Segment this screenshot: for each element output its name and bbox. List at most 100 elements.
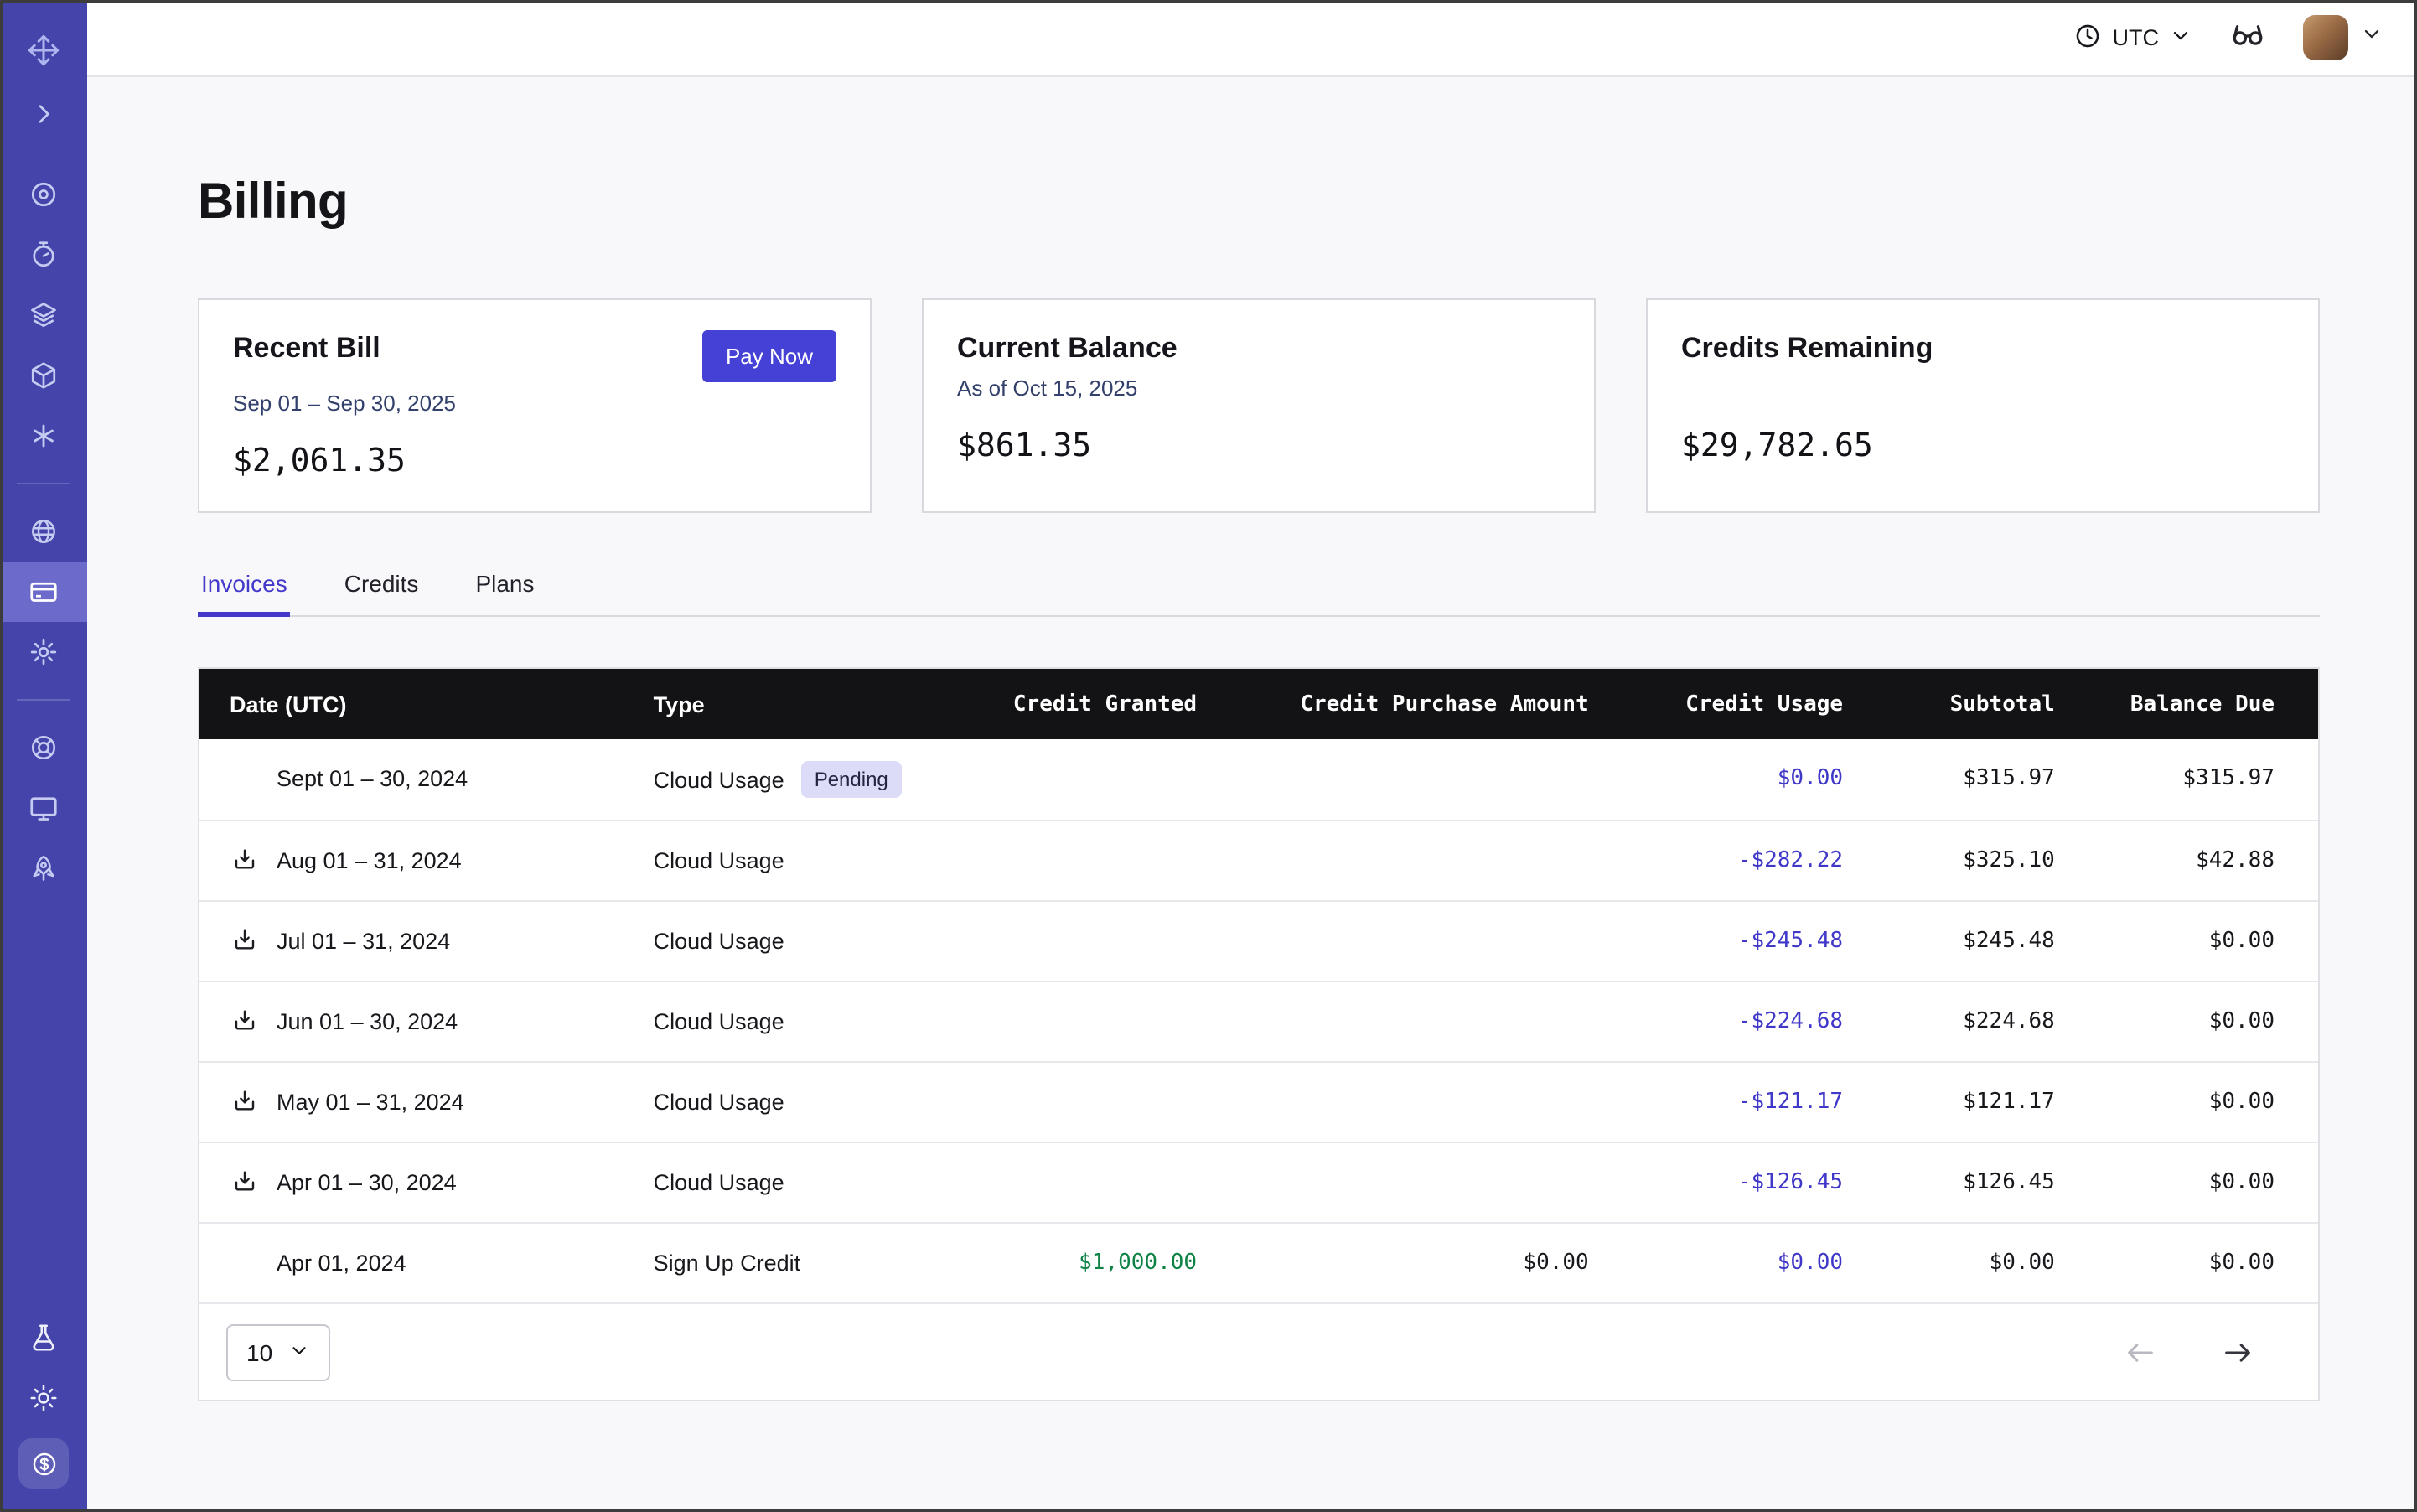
page-title: Billing bbox=[198, 174, 2320, 231]
glasses-button[interactable] bbox=[2229, 15, 2266, 60]
billing-tabs: Invoices Credits Plans bbox=[198, 557, 2320, 617]
balance-due: $0.00 bbox=[2085, 1222, 2318, 1302]
sidebar-divider bbox=[17, 699, 70, 701]
credit-granted bbox=[962, 739, 1227, 820]
invoice-row: Apr 01 – 30, 2024 Cloud Usage -$126.45 $… bbox=[199, 1142, 2318, 1222]
timezone-select[interactable]: UTC bbox=[2074, 21, 2193, 54]
arrow-left-icon bbox=[2124, 1335, 2157, 1369]
card-amount: $861.35 bbox=[957, 427, 1560, 464]
card-amount: $29,782.65 bbox=[1681, 427, 2285, 464]
previous-page-button[interactable] bbox=[2124, 1335, 2157, 1369]
sidebar-item-stacks[interactable] bbox=[0, 285, 87, 345]
card-subtitle bbox=[1681, 375, 2285, 402]
status-badge: Pending bbox=[801, 761, 902, 798]
card-title: Credits Remaining bbox=[1681, 330, 1933, 367]
credit-granted bbox=[962, 981, 1227, 1061]
credit-purchase-amount bbox=[1227, 1061, 1619, 1142]
sidebar-item-billing[interactable] bbox=[0, 562, 87, 622]
sidebar-item-deployments[interactable] bbox=[0, 345, 87, 406]
tab-credits[interactable]: Credits bbox=[341, 557, 422, 615]
sidebar-item-labs[interactable] bbox=[0, 1307, 87, 1368]
subtotal: $224.68 bbox=[1873, 981, 2085, 1061]
sidebar-item-theme[interactable] bbox=[0, 1368, 87, 1428]
download-invoice-button[interactable] bbox=[230, 925, 260, 955]
credit-purchase-amount bbox=[1227, 900, 1619, 981]
credit-usage: -$245.48 bbox=[1619, 900, 1873, 981]
sidebar-item-getting-started[interactable] bbox=[0, 838, 87, 898]
user-menu[interactable] bbox=[2303, 15, 2383, 60]
billing-page: Billing Recent Bill Pay Now Sep 01 – Sep… bbox=[87, 77, 2417, 1512]
card-subtitle: As of Oct 15, 2025 bbox=[957, 375, 1560, 402]
invoice-type: Cloud Usage bbox=[654, 768, 784, 793]
invoice-row: Jul 01 – 31, 2024 Cloud Usage -$245.48 $… bbox=[199, 900, 2318, 981]
cube-icon bbox=[28, 360, 59, 391]
subtotal: $315.97 bbox=[1873, 739, 2085, 820]
main-area: UTC Billi bbox=[87, 0, 2417, 1512]
credit-purchase-amount bbox=[1227, 1142, 1619, 1222]
layers-icon bbox=[28, 300, 59, 330]
sidebar bbox=[0, 0, 87, 1512]
sidebar-item-support[interactable] bbox=[0, 717, 87, 778]
download-invoice-button[interactable] bbox=[230, 1086, 260, 1116]
col-credit-purchase-amount: Credit Purchase Amount bbox=[1227, 669, 1619, 739]
col-credit-usage: Credit Usage bbox=[1619, 669, 1873, 739]
tab-plans[interactable]: Plans bbox=[472, 557, 537, 615]
subtotal: $325.10 bbox=[1873, 820, 2085, 900]
current-balance-card: Current Balance As of Oct 15, 2025 $861.… bbox=[922, 298, 1596, 513]
sidebar-item-namespaces[interactable] bbox=[0, 164, 87, 225]
download-icon bbox=[231, 927, 258, 954]
download-invoice-button[interactable] bbox=[230, 1006, 260, 1036]
logo-icon bbox=[27, 34, 60, 67]
subtotal: $126.45 bbox=[1873, 1142, 2085, 1222]
chevron-down-icon bbox=[2360, 22, 2383, 54]
tab-invoices[interactable]: Invoices bbox=[198, 557, 291, 615]
sidebar-item-currency[interactable] bbox=[0, 1428, 87, 1499]
page-size-value: 10 bbox=[246, 1339, 272, 1365]
credit-purchase-amount bbox=[1227, 981, 1619, 1061]
credit-granted bbox=[962, 1061, 1227, 1142]
download-invoice-button[interactable] bbox=[230, 845, 260, 875]
subtotal: $245.48 bbox=[1873, 900, 2085, 981]
credit-purchase-amount bbox=[1227, 820, 1619, 900]
topbar: UTC bbox=[87, 0, 2417, 77]
invoice-date: Apr 01 – 30, 2024 bbox=[277, 1169, 457, 1194]
download-invoice-button[interactable] bbox=[230, 1167, 260, 1197]
flask-icon bbox=[28, 1323, 59, 1353]
table-header-row: Date (UTC) Type Credit Granted Credit Pu… bbox=[199, 669, 2318, 739]
timezone-label: UTC bbox=[2113, 25, 2160, 50]
invoice-row: Jun 01 – 30, 2024 Cloud Usage -$224.68 $… bbox=[199, 981, 2318, 1061]
monitor-icon bbox=[28, 793, 59, 823]
credit-purchase-amount: $0.00 bbox=[1227, 1222, 1619, 1302]
subtotal: $0.00 bbox=[1873, 1222, 2085, 1302]
page-size-select[interactable]: 10 bbox=[226, 1323, 329, 1380]
timer-icon bbox=[28, 240, 59, 270]
sidebar-item-docs[interactable] bbox=[0, 778, 87, 838]
sidebar-item-settings[interactable] bbox=[0, 622, 87, 682]
balance-due: $0.00 bbox=[2085, 981, 2318, 1061]
invoice-date: Sept 01 – 30, 2024 bbox=[277, 767, 468, 792]
credit-usage: -$121.17 bbox=[1619, 1061, 1873, 1142]
balance-due: $0.00 bbox=[2085, 1142, 2318, 1222]
invoice-date: Jun 01 – 30, 2024 bbox=[277, 1008, 458, 1033]
credit-usage: -$224.68 bbox=[1619, 981, 1873, 1061]
sidebar-item-schedules[interactable] bbox=[0, 225, 87, 285]
next-page-button[interactable] bbox=[2221, 1335, 2254, 1369]
credit-usage: -$282.22 bbox=[1619, 820, 1873, 900]
sidebar-item-logo[interactable] bbox=[0, 17, 87, 84]
credit-usage: $0.00 bbox=[1619, 739, 1873, 820]
invoice-type: Cloud Usage bbox=[654, 928, 784, 953]
chevron-down-icon bbox=[287, 1339, 309, 1365]
credit-granted bbox=[962, 820, 1227, 900]
invoice-row: Aug 01 – 31, 2024 Cloud Usage -$282.22 $… bbox=[199, 820, 2318, 900]
sidebar-item-usage[interactable] bbox=[0, 501, 87, 562]
credit-granted bbox=[962, 1142, 1227, 1222]
summary-cards: Recent Bill Pay Now Sep 01 – Sep 30, 202… bbox=[198, 298, 2320, 513]
glasses-icon bbox=[2229, 15, 2266, 60]
recent-bill-card: Recent Bill Pay Now Sep 01 – Sep 30, 202… bbox=[198, 298, 872, 513]
chevron-down-icon bbox=[2169, 23, 2192, 52]
pay-now-button[interactable]: Pay Now bbox=[702, 330, 836, 382]
sidebar-expand-button[interactable] bbox=[0, 84, 87, 144]
invoices-table: Date (UTC) Type Credit Granted Credit Pu… bbox=[198, 667, 2320, 1401]
credit-card-icon bbox=[28, 577, 59, 607]
sidebar-item-batch[interactable] bbox=[0, 406, 87, 466]
